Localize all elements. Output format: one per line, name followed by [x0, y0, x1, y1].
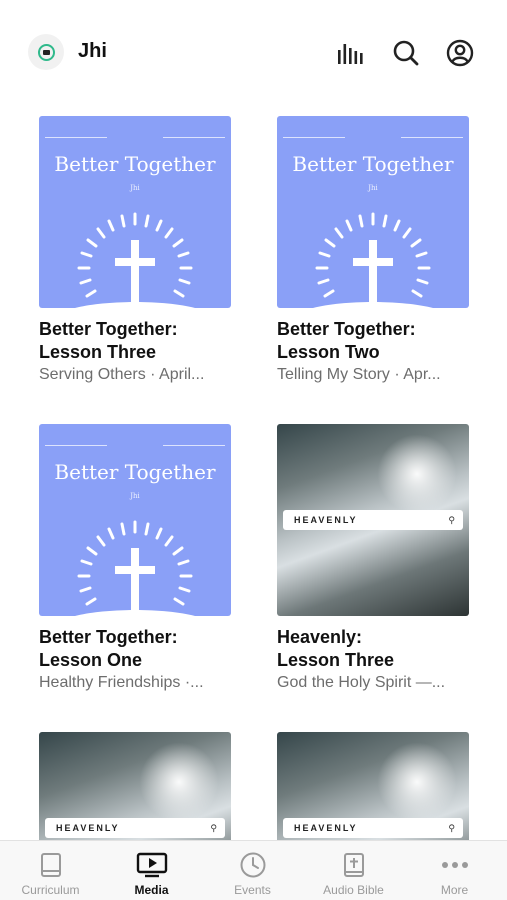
media-thumbnail[interactable]: HEAVENLY ⚲ [277, 732, 469, 840]
tab-audio-bible[interactable]: Audio Bible [303, 841, 404, 900]
card-subtitle: Telling My Story · Apr... [277, 366, 441, 383]
card-title-line2: Lesson Two [277, 342, 380, 362]
media-thumbnail[interactable]: HEAVENLY ⚲ [39, 732, 231, 840]
thumb-search-bar: HEAVENLY ⚲ [283, 510, 463, 530]
sky-glow [139, 742, 219, 822]
thumb-bar-label: HEAVENLY [56, 823, 120, 833]
card-title-line1: Better Together: [277, 319, 416, 339]
media-thumbnail[interactable]: Better Together Jhi [39, 424, 231, 616]
thumb-divider [45, 445, 107, 446]
sky-glow [377, 742, 457, 822]
clock-icon [239, 851, 267, 879]
media-card[interactable]: Better Together Jhi Better Together: Les… [277, 116, 469, 384]
tab-media[interactable]: Media [101, 841, 202, 900]
cross-rays-icon [313, 212, 433, 308]
thumb-divider [45, 137, 107, 138]
account-icon[interactable] [445, 38, 475, 68]
search-icon: ⚲ [210, 822, 217, 833]
app-logo-icon[interactable] [28, 34, 64, 70]
card-title-line1: Heavenly: [277, 627, 363, 647]
media-thumbnail[interactable]: Better Together Jhi [277, 116, 469, 308]
thumb-title: Better Together [54, 152, 216, 176]
media-card[interactable]: HEAVENLY ⚲ [277, 732, 469, 840]
card-subtitle: Serving Others · April... [39, 366, 205, 383]
thumb-bar-label: HEAVENLY [294, 823, 358, 833]
audio-bars-icon[interactable] [337, 38, 367, 68]
card-title-line2: Lesson Three [39, 342, 157, 362]
book-icon [40, 851, 62, 879]
tab-label: Events [234, 883, 271, 897]
card-title-line2: Lesson One [39, 650, 143, 670]
tab-more[interactable]: More [404, 841, 505, 900]
play-screen-icon [136, 851, 168, 879]
tab-curriculum[interactable]: Curriculum [0, 841, 101, 900]
tab-label: More [440, 883, 469, 897]
tab-label: Media [134, 883, 169, 897]
card-subtitle: Healthy Friendships ·... [39, 674, 204, 691]
media-thumbnail[interactable]: HEAVENLY ⚲ [277, 424, 469, 616]
thumb-title: Better Together [54, 460, 216, 484]
media-thumbnail[interactable]: Better Together Jhi [39, 116, 231, 308]
thumb-divider [401, 137, 463, 138]
thumb-divider [163, 137, 225, 138]
thumb-subtitle: Jhi [130, 492, 140, 500]
search-icon: ⚲ [448, 822, 455, 833]
card-title-line2: Lesson Three [277, 650, 395, 670]
more-dots-icon [441, 851, 469, 879]
tab-events[interactable]: Events [202, 841, 303, 900]
thumb-search-bar: HEAVENLY ⚲ [45, 818, 225, 838]
thumb-subtitle: Jhi [368, 184, 378, 192]
search-icon: ⚲ [448, 514, 455, 525]
card-subtitle: God the Holy Spirit —... [277, 674, 446, 691]
cross-rays-icon [75, 212, 195, 308]
thumb-subtitle: Jhi [130, 184, 140, 192]
card-title-line1: Better Together: [39, 319, 178, 339]
cross-rays-icon [75, 520, 195, 616]
media-card[interactable]: HEAVENLY ⚲ Heavenly: Lesson Three God th… [277, 424, 469, 692]
tab-label: Audio Bible [323, 883, 384, 897]
thumb-title: Better Together [292, 152, 454, 176]
bible-icon [343, 851, 365, 879]
media-card[interactable]: Better Together Jhi Better Together: Les… [39, 116, 231, 384]
media-card[interactable]: HEAVENLY ⚲ [39, 732, 231, 840]
thumb-divider [163, 445, 225, 446]
thumb-divider [283, 137, 345, 138]
app-title: Jhi [78, 40, 107, 62]
thumb-search-bar: HEAVENLY ⚲ [283, 818, 463, 838]
app-header: Jhi [0, 0, 507, 100]
media-grid: Better Together Jhi Better Together: Les… [0, 100, 507, 840]
card-title-line1: Better Together: [39, 627, 178, 647]
tab-label: Curriculum [21, 883, 80, 897]
bottom-tab-bar: Curriculum Media Events Audio Bible More [0, 840, 507, 900]
media-card[interactable]: Better Together Jhi Better Together: Les… [39, 424, 231, 692]
search-icon[interactable] [391, 38, 421, 68]
thumb-bar-label: HEAVENLY [294, 515, 358, 525]
sky-glow [377, 434, 457, 514]
